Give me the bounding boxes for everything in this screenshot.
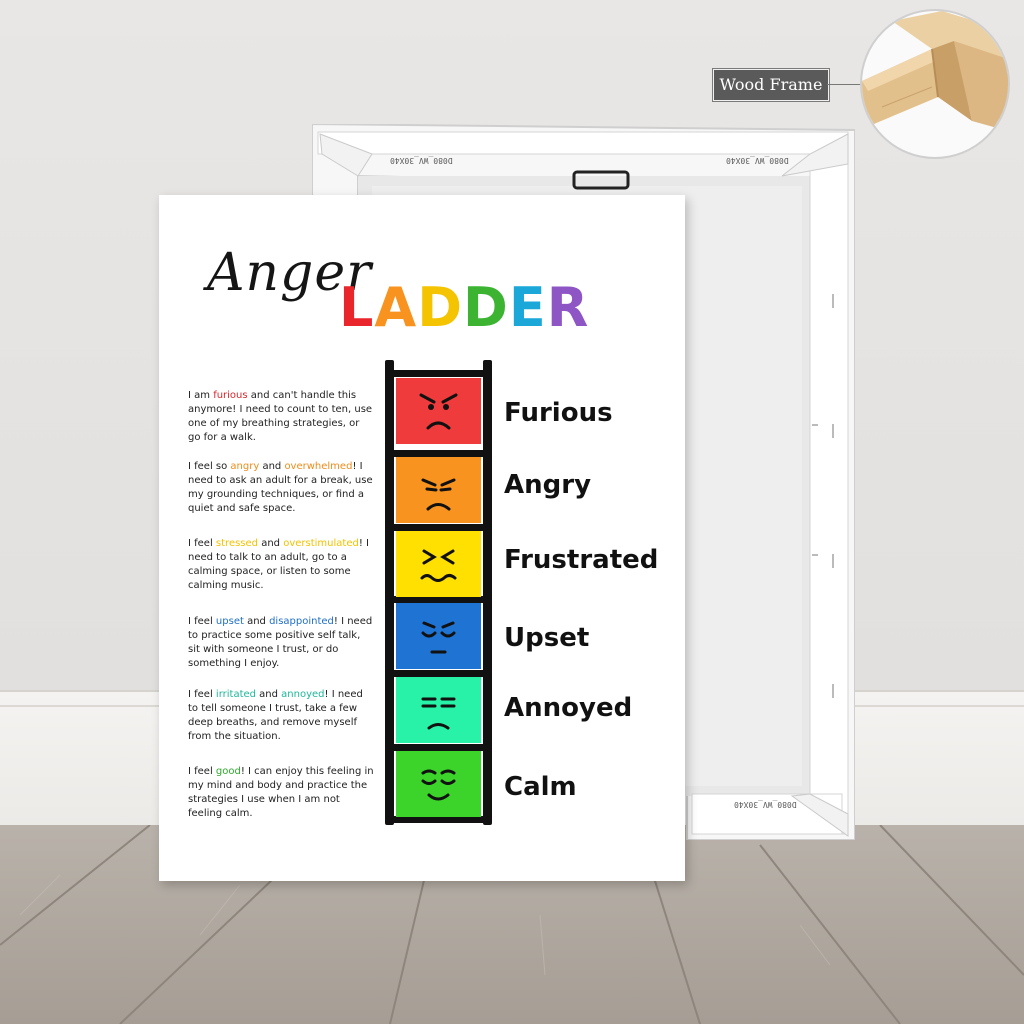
ladder-rail-left [385,360,394,825]
title-letter: D [463,276,509,339]
emotion-label-angry: Angry [504,470,592,500]
paragraph-text: and [243,616,270,627]
emotion-word: irritated [215,689,256,700]
ladder-rail-right [483,360,492,825]
wood-frame-closeup [860,9,1010,159]
strategy-paragraph: I feel stressed and overstimulated! I ne… [188,537,374,593]
angry-face-icon [421,478,456,511]
emotion-label-upset: Upset [504,623,590,653]
emotion-label-calm: Calm [504,772,577,802]
emotion-step-annoyed [396,677,481,743]
title-letter: R [546,276,590,339]
ladder-rung [394,744,483,751]
frustrated-face-icon [420,549,457,582]
ladder-rung [394,596,483,603]
title-ladder: LADDER [339,281,589,335]
paragraph-text: I feel so [188,461,231,472]
paragraph-text: and [259,461,285,472]
emotion-word: angry [230,461,260,472]
paragraph-text: I am [188,390,214,401]
ladder-rung [394,370,483,377]
emotion-word: annoyed [281,689,325,700]
emotion-word: overwhelmed [284,461,353,472]
paragraph-text: I feel [188,766,216,777]
paragraph-text: and [258,538,284,549]
title-letter: A [374,276,418,339]
emotion-step-frustrated [396,531,481,597]
frame-stamp: D080_WV_30X40 [734,800,797,809]
anger-ladder-poster: Anger LADDER I am furious and can't hand… [159,195,685,881]
ladder-rung [394,816,483,823]
emotion-label-annoyed: Annoyed [504,693,633,723]
emotion-word: upset [215,616,244,627]
upset-face-icon [421,621,456,654]
ladder-rung [394,450,483,457]
paragraph-text: I feel [188,616,216,627]
emotion-word: overstimulated [283,538,359,549]
ladder [385,360,492,825]
calm-face-icon [421,769,456,801]
emotion-word: furious [213,390,248,401]
callout-connector [827,84,861,85]
wood-frame-label: Wood Frame [713,69,829,101]
strategy-paragraph: I feel irritated and annoyed! I need to … [188,688,374,744]
strategy-paragraph: I feel so angry and overwhelmed! I need … [188,460,374,516]
emotion-label-furious: Furious [504,398,613,428]
emotion-word: good [215,766,241,777]
frame-stamp: D080_WV_30X40 [726,156,789,165]
ladder-rung [394,670,483,677]
strategy-paragraph: I feel good! I can enjoy this feeling in… [188,765,374,821]
emotion-word: stressed [215,538,259,549]
paragraph-text: and [256,689,282,700]
emotion-step-upset [396,603,481,669]
emotion-step-calm [396,751,481,817]
annoyed-face-icon [421,697,456,730]
title-letter: D [417,276,464,339]
emotion-step-angry [396,457,481,523]
furious-face-icon [419,393,458,430]
ladder-rung [394,524,483,531]
strategy-paragraph: I am furious and can't handle this anymo… [188,389,374,445]
strategy-paragraph: I feel upset and disappointed! I need to… [188,615,374,671]
emotion-step-furious [396,378,481,444]
title-letter: L [339,276,375,339]
emotion-word: disappointed [269,616,334,627]
paragraph-text: I feel [188,689,216,700]
title-letter: E [508,276,547,339]
emotion-label-frustrated: Frustrated [504,545,659,575]
paragraph-text: I feel [188,538,216,549]
frame-stamp: D080_WV_30X40 [390,156,453,165]
